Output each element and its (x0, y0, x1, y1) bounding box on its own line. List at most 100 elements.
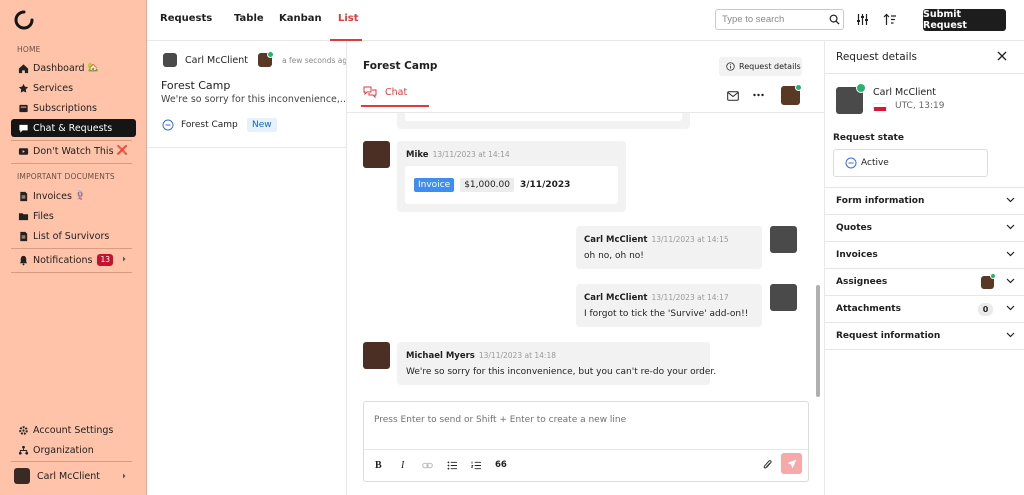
close-icon[interactable] (997, 51, 1007, 61)
nav-invoices[interactable]: Invoices 🪢 (11, 187, 136, 205)
nav-services-label: Services (33, 82, 74, 94)
details-divider (825, 73, 1024, 74)
bell-icon (17, 254, 29, 266)
search-icon[interactable] (829, 14, 840, 25)
message-text: We're so sorry for this inconvenience, b… (406, 367, 717, 377)
section-assignees[interactable]: Assignees (825, 269, 1024, 296)
online-status-dot (795, 84, 802, 91)
invoice-tag: Invoice (414, 178, 455, 192)
send-button[interactable] (781, 453, 802, 474)
nav-chat-requests[interactable]: Chat & Requests (11, 119, 136, 137)
section-form-information[interactable]: Form information (825, 188, 1024, 215)
request-details-label: Request details (739, 62, 801, 71)
info-icon (726, 62, 735, 71)
chevron-down-icon (1006, 278, 1015, 284)
nav-account-settings[interactable]: Account Settings (11, 421, 136, 439)
nav-subscriptions-label: Subscriptions (33, 102, 97, 114)
chevron-down-icon (1006, 197, 1015, 203)
request-state-select[interactable]: Active (833, 149, 988, 177)
section-attachments-label: Attachments (836, 304, 901, 314)
invoice-date: 3/11/2023 (520, 180, 571, 190)
house-emoji-icon: 🏡 (87, 63, 99, 73)
nav-organization-label: Organization (33, 444, 94, 456)
home-icon (17, 62, 29, 74)
nav-chat-requests-label: Chat & Requests (33, 122, 113, 134)
client-timezone: UTC, 13:19 (895, 101, 945, 111)
tab-list[interactable]: List (338, 13, 359, 24)
invoice-icon (17, 190, 29, 202)
sidebar-divider (11, 248, 132, 249)
request-title: Forest Camp (161, 79, 231, 92)
nav-notifications[interactable]: Notifications 13 (11, 251, 136, 269)
page-title: Requests (160, 13, 213, 24)
request-project: Forest Camp (181, 120, 238, 130)
sidebar-divider (11, 140, 132, 141)
sender-avatar (363, 342, 390, 369)
request-details-button[interactable]: Request details (719, 57, 802, 76)
link-icon[interactable] (422, 461, 433, 470)
message-bubble: Carl McClient 13/11/2023 at 14:15 oh no, … (576, 226, 762, 269)
section-invoices[interactable]: Invoices (825, 242, 1024, 269)
user-menu[interactable]: Carl McClient (11, 466, 136, 486)
bulleted-list-icon[interactable] (447, 461, 458, 470)
app-logo[interactable] (14, 10, 34, 30)
search-input[interactable] (715, 9, 844, 30)
sender-avatar (770, 284, 797, 311)
client-name: Carl McClient (873, 87, 936, 98)
chat-tab-label: Chat (385, 86, 408, 98)
submit-request-button[interactable]: Submit Request (923, 9, 1006, 31)
organization-icon (17, 444, 29, 456)
nav-list-of-survivors[interactable]: List of Survivors (11, 227, 136, 245)
chat-scrollbar[interactable] (816, 285, 820, 397)
request-preview: We're so sorry for this inconvenience,..… (161, 94, 349, 105)
section-quotes-label: Quotes (836, 223, 873, 233)
sender-avatar (770, 226, 797, 253)
invoice-card[interactable]: Invoice $1,000.00 3/11/2023 (405, 166, 618, 204)
bold-icon[interactable]: B (375, 460, 382, 471)
section-attachments[interactable]: Attachments 0 (825, 296, 1024, 323)
italic-icon[interactable]: I (401, 460, 404, 471)
nav-dont-watch-this[interactable]: Don't Watch This ❌ (11, 142, 136, 160)
section-request-information-label: Request information (836, 331, 941, 341)
sort-icon[interactable] (883, 13, 897, 26)
nav-organization[interactable]: Organization (11, 441, 136, 459)
mail-icon[interactable] (727, 91, 739, 101)
nav-subscriptions[interactable]: Subscriptions (11, 99, 136, 117)
document-icon (17, 230, 29, 242)
message-list: Mike 13/11/2023 at 14:14 Invoice $1,000.0… (347, 113, 824, 401)
services-icon (17, 82, 29, 94)
nav-files[interactable]: Files (11, 207, 136, 225)
tab-table[interactable]: Table (234, 13, 264, 24)
numbered-list-icon[interactable] (471, 461, 482, 470)
section-request-information[interactable]: Request information (825, 323, 1024, 350)
online-status-dot (267, 51, 274, 58)
message-time: 13/11/2023 at 14:17 (651, 293, 729, 302)
attachment-paperclip-icon[interactable] (762, 459, 773, 471)
tab-kanban[interactable]: Kanban (279, 13, 322, 24)
chat-tab[interactable]: Chat (363, 86, 407, 98)
chat-panel: Forest Camp Request details Chat Mike 13/… (347, 41, 824, 495)
user-avatar (14, 468, 30, 484)
client-avatar (163, 53, 177, 67)
section-quotes[interactable]: Quotes (825, 215, 1024, 242)
request-list-item[interactable]: Carl McClient a few seconds ago Forest C… (147, 41, 349, 147)
sidebar: HOME Dashboard 🏡 Services Subscriptions … (0, 0, 147, 495)
chat-title: Forest Camp (363, 60, 438, 72)
request-state-label: Request state (833, 133, 904, 143)
nav-services[interactable]: Services (11, 79, 136, 97)
composer-input[interactable]: Press Enter to send or Shift + Enter to … (374, 415, 626, 425)
nav-files-label: Files (33, 210, 54, 222)
previous-message-bubble (397, 113, 690, 129)
chevron-right-icon (120, 255, 128, 263)
list-divider (147, 147, 346, 148)
sidebar-divider (11, 163, 132, 164)
quote-icon[interactable]: 66 (495, 460, 507, 470)
more-options-icon[interactable] (753, 92, 764, 98)
section-home-heading: HOME (17, 45, 41, 54)
request-client-name: Carl McClient (185, 55, 248, 66)
message-bubble: Michael Myers 13/11/2023 at 14:18 We're s… (397, 342, 716, 385)
filter-sliders-icon[interactable] (856, 13, 869, 26)
online-status-dot (990, 273, 996, 279)
nav-dashboard[interactable]: Dashboard 🏡 (11, 59, 136, 77)
gear-icon (17, 424, 29, 436)
